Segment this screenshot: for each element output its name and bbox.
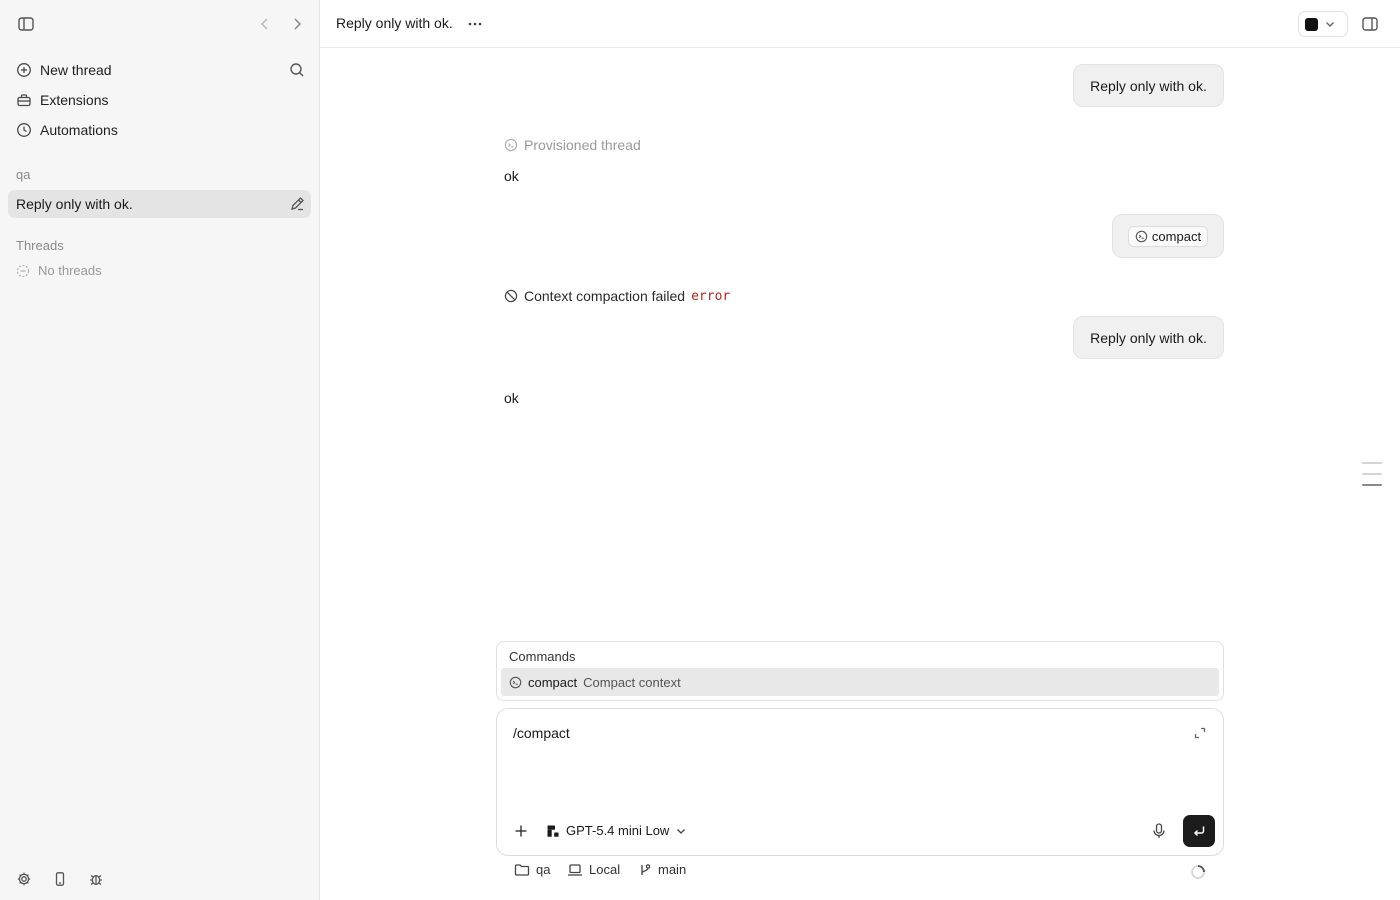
model-icon [546,824,560,838]
command-option-compact[interactable]: compact Compact context [501,668,1219,696]
sidebar-item-label: New thread [40,62,112,78]
sidebar-item-extensions[interactable]: Extensions [8,86,311,114]
minimap-mark[interactable] [1362,473,1382,475]
phone-icon[interactable] [52,871,68,887]
git-branch-icon [638,863,652,877]
sidebar-bottom-bar [0,852,319,900]
user-message-text: Reply only with ok. [1090,329,1207,346]
gear-icon[interactable] [16,871,32,887]
clock-icon [16,122,32,138]
project-folder-selector[interactable]: qa [514,862,550,877]
loading-spinner-icon [1190,864,1206,880]
toolbox-icon [16,92,32,108]
environment-selector[interactable]: Local [567,862,620,877]
threads-section-label: Threads [16,238,64,253]
sidebar: New thread Extensions Automations qa Rep… [0,0,320,900]
sidebar-item-label: Extensions [40,92,109,108]
environment-label: Local [589,862,621,877]
user-message-bubble: Reply only with ok. [1073,64,1224,107]
send-button[interactable] [1183,815,1215,847]
edit-icon[interactable] [289,196,305,212]
commands-popup: Commands compact Compact context [496,641,1224,701]
command-name: compact [528,674,578,690]
user-command-bubble: compact [1112,214,1224,258]
page-title: Reply only with ok. [336,15,453,31]
compaction-failed-notice: Context compaction failed error [504,288,730,304]
error-code: error [691,288,731,304]
conversation-minimap[interactable] [1362,462,1382,495]
back-arrow-icon[interactable] [258,16,272,32]
forward-arrow-icon[interactable] [290,16,304,32]
sidebar-item-active-thread[interactable]: Reply only with ok. [8,190,311,218]
laptop-icon [567,863,583,877]
project-label[interactable]: qa [16,167,30,182]
user-message-bubble: Reply only with ok. [1073,316,1224,359]
branch-selector[interactable]: main [638,862,686,877]
message-input[interactable]: /compact [513,725,570,741]
enter-arrow-icon [1193,826,1205,837]
dashed-circle-icon [16,264,30,278]
model-selector[interactable]: GPT-5.4 mini Low [546,823,687,838]
open-in-app-dropdown[interactable] [1298,11,1348,37]
minimap-mark-active[interactable] [1362,484,1382,486]
toggle-side-panel-icon[interactable] [1361,15,1379,33]
microphone-icon[interactable] [1151,822,1167,840]
terminal-icon [504,138,518,152]
app-logo-icon [1305,17,1318,31]
plus-circle-icon [16,62,32,78]
thread-title: Reply only with ok. [16,196,133,212]
terminal-icon [1135,230,1148,243]
provisioned-thread-notice: Provisioned thread [504,137,641,153]
minimap-mark[interactable] [1362,462,1382,464]
command-description: Compact context [583,674,681,690]
message-composer[interactable]: /compact GPT-5.4 mini Low [496,708,1224,856]
empty-threads-item: No threads [16,263,102,278]
cancel-circle-icon [504,289,518,303]
sidebar-top-bar [0,0,319,48]
user-message-text: Reply only with ok. [1090,77,1207,94]
command-chip: compact [1127,225,1209,247]
add-attachment-icon[interactable] [513,823,529,839]
branch-label: main [658,862,687,877]
chevron-down-icon [675,825,687,837]
thread-header: Reply only with ok. [320,0,1400,48]
sidebar-item-label: Automations [40,122,118,138]
expand-icon[interactable] [1193,726,1207,740]
chevron-down-icon [1324,18,1336,30]
toggle-sidebar-icon[interactable] [17,15,35,33]
model-label: GPT-5.4 mini Low [566,823,670,838]
empty-threads-label: No threads [38,263,102,278]
composer-footer: qa Local main [512,862,1212,882]
folder-label: qa [536,862,551,877]
more-options-icon[interactable] [466,14,484,34]
assistant-reply: ok [504,390,519,406]
search-icon[interactable] [289,62,305,78]
bug-icon[interactable] [88,871,104,887]
commands-popup-title: Commands [509,649,576,664]
sidebar-item-automations[interactable]: Automations [8,116,311,144]
terminal-icon [509,676,522,689]
folder-icon [514,863,530,877]
assistant-reply: ok [504,168,519,184]
sidebar-item-new-thread[interactable]: New thread [8,56,311,84]
provisioned-label: Provisioned thread [524,137,641,153]
command-chip-label: compact [1151,228,1202,244]
compaction-failed-label: Context compaction failed [524,288,686,304]
